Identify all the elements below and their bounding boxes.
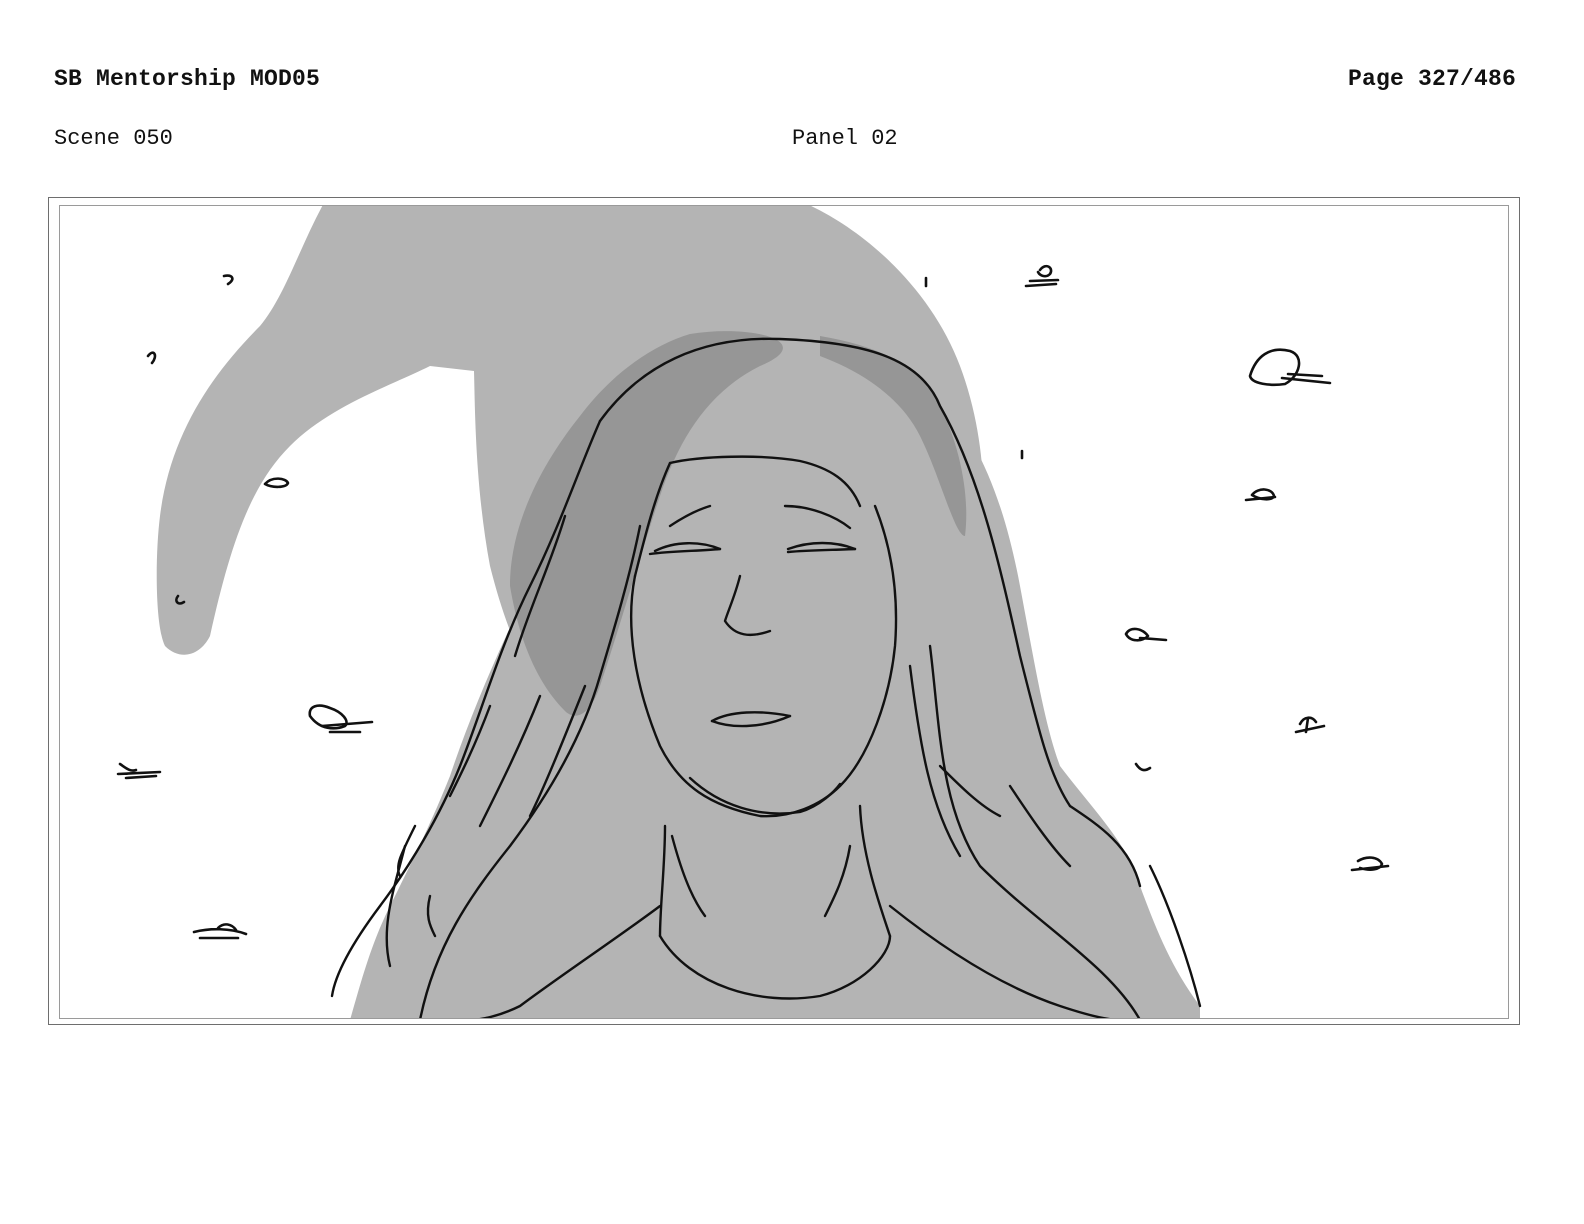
page-number: Page 327/486 [1347, 66, 1516, 92]
storyboard-panel [59, 205, 1509, 1019]
document-title: SB Mentorship MOD05 [54, 66, 321, 92]
sketch-illustration [116, 206, 1390, 1018]
panel-label: Panel 02 [792, 126, 898, 151]
scene-label: Scene 050 [54, 126, 173, 151]
